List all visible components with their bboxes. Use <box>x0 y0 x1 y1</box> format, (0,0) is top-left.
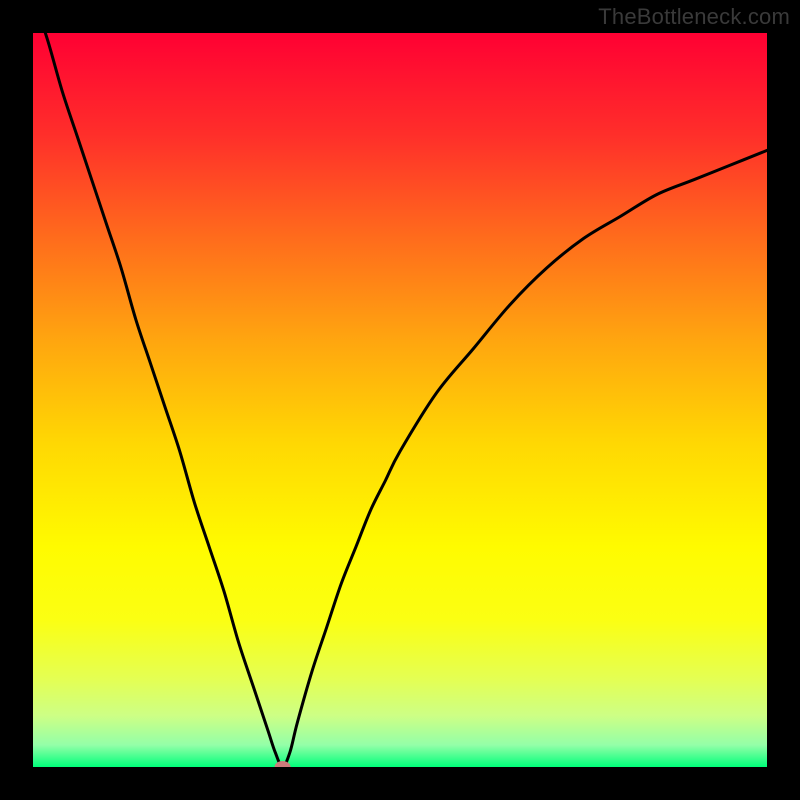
bottleneck-chart: TheBottleneck.com <box>0 0 800 800</box>
plot-background <box>33 33 767 767</box>
watermark-text: TheBottleneck.com <box>598 4 790 30</box>
chart-svg <box>0 0 800 800</box>
